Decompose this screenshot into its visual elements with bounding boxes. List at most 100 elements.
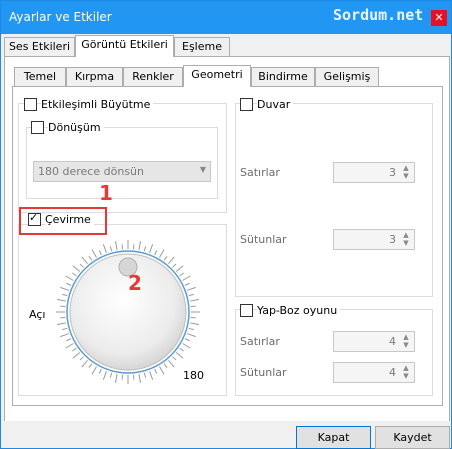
tab-audio-effects[interactable]: Ses Etkileri <box>4 37 75 56</box>
dial-tick <box>65 275 74 281</box>
rotation-label: Dönüşüm <box>48 121 104 134</box>
inner-tab-strip: Temel Kırpma Renkler Geometri Bindirme G… <box>12 64 442 87</box>
dial-tick <box>66 338 72 342</box>
wall-group <box>235 103 433 297</box>
dial-tick <box>187 333 196 338</box>
spin-arrows-icon[interactable]: ▲ ▼ <box>400 164 412 181</box>
chevron-down-icon: ▼ <box>199 165 206 174</box>
wall-cols-stepper[interactable]: 3 ▲ ▼ <box>333 229 415 250</box>
dial-tick <box>109 372 113 378</box>
geometry-panel: Etkileşimli Büyütme Dönüşüm 180 derece d… <box>12 86 443 406</box>
dial-tick <box>62 293 68 297</box>
dial-tick <box>91 249 97 258</box>
tab-sync[interactable]: Eşleme <box>174 37 230 56</box>
dial-tick <box>172 263 177 268</box>
dial-tick <box>109 246 113 252</box>
dial-tick <box>81 256 88 265</box>
puzzle-cols-stepper[interactable]: 4 ▲ ▼ <box>333 362 415 383</box>
dial-tick <box>163 256 168 261</box>
save-button[interactable]: Kaydet <box>375 426 450 449</box>
angle-dial[interactable] <box>53 237 203 387</box>
dial-tick <box>62 327 68 331</box>
dial-tick <box>159 249 165 258</box>
dialog-footer: Kapat Kaydet <box>1 421 451 449</box>
dial-tick <box>115 373 118 383</box>
wall-rows-stepper[interactable]: 3 ▲ ▼ <box>333 162 415 183</box>
dial-tick <box>189 322 199 325</box>
tab-basic[interactable]: Temel <box>14 67 66 86</box>
tab-colors[interactable]: Renkler <box>123 67 183 86</box>
puzzle-rows-stepper[interactable]: 4 ▲ ▼ <box>333 331 415 352</box>
dial-tick <box>102 371 107 380</box>
dial-tick <box>184 338 190 342</box>
dial-tick <box>188 327 194 331</box>
dial-tick <box>60 286 69 291</box>
dial-tick <box>88 363 93 368</box>
puzzle-cols-label: Sütunlar <box>240 366 287 379</box>
wall-cols-value: 3 <box>389 233 396 246</box>
tab-advanced[interactable]: Gelişmiş <box>315 67 379 86</box>
wall-rows-value: 3 <box>389 166 396 179</box>
spin-arrows-icon[interactable]: ▲ ▼ <box>400 231 412 248</box>
dial-tick <box>91 366 97 375</box>
dial-tick <box>187 286 196 291</box>
dial-tick <box>172 356 177 361</box>
angle-value: 180 <box>183 369 204 382</box>
dial-tick <box>72 352 81 359</box>
transform-checkbox[interactable] <box>28 211 41 226</box>
angle-label: Açı <box>29 308 46 321</box>
dial-tick <box>79 263 84 268</box>
dial-tick <box>143 372 147 378</box>
puzzle-checkbox[interactable] <box>240 304 253 317</box>
wall-cols-label: Sütunlar <box>240 233 287 246</box>
puzzle-rows-label: Satırlar <box>240 335 280 348</box>
dial-tick <box>72 265 81 272</box>
puzzle-label: Yap-Boz oyunu <box>257 304 341 317</box>
dial-tick <box>179 272 184 277</box>
rotation-angle-select[interactable]: 180 derece dönsün ▼ <box>33 161 211 182</box>
title-bar[interactable]: Ayarlar ve Etkiler Sordum.net ✕ <box>1 1 451 34</box>
dial-tick <box>184 282 190 286</box>
dial-tick <box>88 256 93 261</box>
spin-arrows-icon[interactable]: ▲ ▼ <box>400 333 412 350</box>
tab-geometry[interactable]: Geometri <box>183 65 251 87</box>
tab-overlay[interactable]: Bindirme <box>251 67 315 86</box>
dial-tick <box>175 352 184 359</box>
tab-crop[interactable]: Kırpma <box>66 67 123 86</box>
tab-video-effects[interactable]: Görüntü Etkileri <box>75 35 174 57</box>
close-window-button[interactable]: ✕ <box>431 10 447 26</box>
dial-tick <box>159 366 165 375</box>
dial-tick <box>182 343 191 349</box>
settings-window: Ayarlar ve Etkiler Sordum.net ✕ Ses Etki… <box>0 0 452 449</box>
dial-tick <box>57 322 67 325</box>
dial-tick <box>57 299 67 302</box>
close-button[interactable]: Kapat <box>296 426 371 449</box>
dial-tick <box>179 347 184 352</box>
dial-tick <box>65 343 74 349</box>
puzzle-cols-value: 4 <box>389 366 396 379</box>
dial-tick <box>79 356 84 361</box>
annotation-number-2: 2 <box>128 271 142 295</box>
interactive-zoom-checkbox[interactable] <box>24 98 37 111</box>
wall-checkbox[interactable] <box>240 98 253 111</box>
dial-tick <box>72 347 77 352</box>
interactive-zoom-label: Etkileşimli Büyütme <box>41 98 154 111</box>
dial-tick <box>138 373 141 383</box>
dial-tick <box>168 359 175 368</box>
dial-tick <box>98 250 102 256</box>
dial-tick <box>163 363 168 368</box>
puzzle-rows-value: 4 <box>389 335 396 348</box>
dial-tick <box>138 241 141 251</box>
dial-tick <box>143 246 147 252</box>
dial-tick <box>98 368 102 374</box>
wall-label: Duvar <box>257 98 294 111</box>
dial-tick <box>168 256 175 265</box>
dial-tick <box>154 368 158 374</box>
dial-tick <box>175 265 184 272</box>
spin-arrows-icon[interactable]: ▲ ▼ <box>400 364 412 381</box>
rotation-checkbox[interactable] <box>31 121 44 134</box>
dial-tick <box>154 250 158 256</box>
dial-tick <box>66 282 72 286</box>
transform-label: Çevirme <box>45 213 94 226</box>
dial-tick <box>149 244 154 253</box>
